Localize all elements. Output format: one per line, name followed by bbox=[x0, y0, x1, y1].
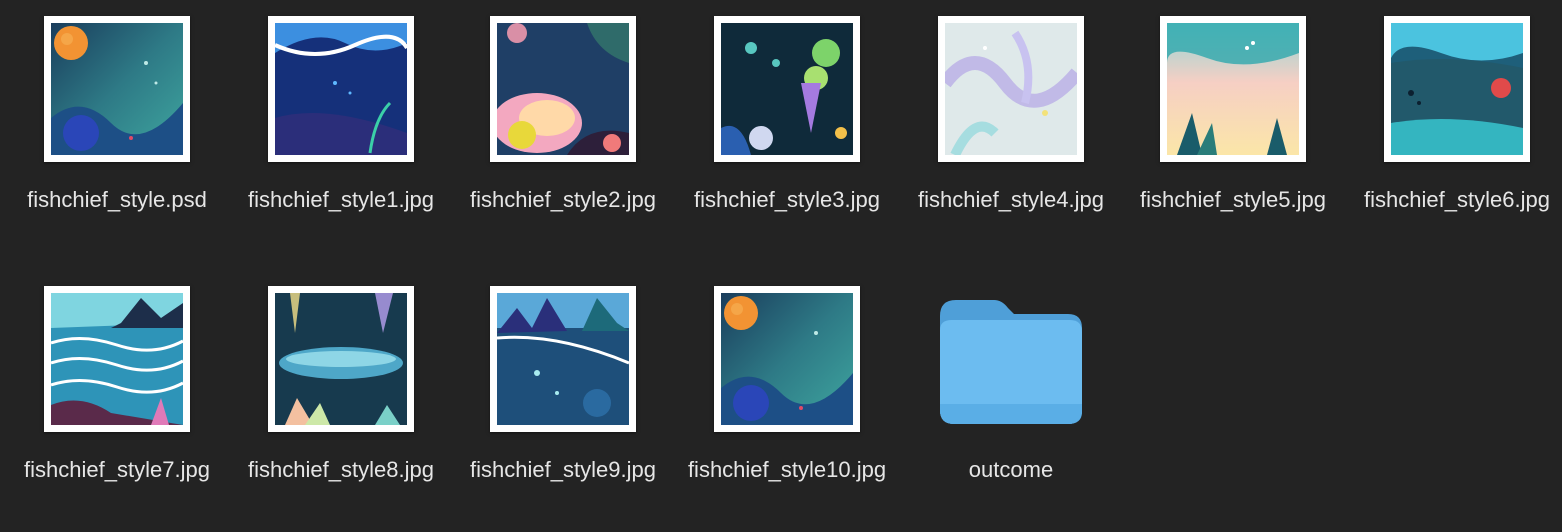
file-item-fishchief-style9-jpg[interactable]: fishchief_style9.jpg bbox=[451, 270, 675, 520]
folder-item-outcome[interactable]: outcome bbox=[899, 270, 1123, 520]
image-thumbnail bbox=[714, 16, 860, 162]
file-name-label: fishchief_style8.jpg bbox=[248, 457, 434, 482]
image-thumbnail bbox=[490, 16, 636, 162]
thumbnail-artwork bbox=[1167, 23, 1299, 155]
file-item-fishchief-style3-jpg[interactable]: fishchief_style3.jpg bbox=[675, 0, 899, 250]
thumbnail-artwork bbox=[497, 293, 629, 425]
thumbnail-artwork bbox=[275, 293, 407, 425]
thumbnail-artwork bbox=[497, 23, 629, 155]
file-name-label: fishchief_style4.jpg bbox=[918, 187, 1104, 212]
thumbnail-artwork bbox=[275, 23, 407, 155]
folder-icon bbox=[936, 286, 1086, 432]
file-name-label: fishchief_style3.jpg bbox=[694, 187, 880, 212]
image-thumbnail bbox=[44, 286, 190, 432]
image-thumbnail bbox=[714, 286, 860, 432]
thumbnail-artwork bbox=[1391, 23, 1523, 155]
thumbnail-artwork bbox=[721, 23, 853, 155]
file-name-label: fishchief_style5.jpg bbox=[1140, 187, 1326, 212]
file-name-label: fishchief_style2.jpg bbox=[470, 187, 656, 212]
file-name-label: fishchief_style9.jpg bbox=[470, 457, 656, 482]
file-item-fishchief-style1-jpg[interactable]: fishchief_style1.jpg bbox=[229, 0, 453, 250]
file-name-label: fishchief_style10.jpg bbox=[687, 457, 887, 482]
folder-name-label: outcome bbox=[968, 457, 1054, 482]
image-thumbnail bbox=[268, 286, 414, 432]
file-item-fishchief-style10-jpg[interactable]: fishchief_style10.jpg bbox=[675, 270, 899, 520]
thumbnail-artwork bbox=[51, 293, 183, 425]
thumbnail-artwork bbox=[945, 23, 1077, 155]
thumbnail-artwork bbox=[51, 23, 183, 155]
file-name-label: fishchief_style7.jpg bbox=[24, 457, 210, 482]
file-item-fishchief-style7-jpg[interactable]: fishchief_style7.jpg bbox=[5, 270, 229, 520]
finder-icon-grid: fishchief_style.psd fishchief_style1.jpg bbox=[0, 0, 1562, 532]
file-item-fishchief-style5-jpg[interactable]: fishchief_style5.jpg bbox=[1121, 0, 1345, 250]
file-name-label: fishchief_style1.jpg bbox=[248, 187, 434, 212]
file-item-fishchief-style-psd[interactable]: fishchief_style.psd bbox=[5, 0, 229, 250]
image-thumbnail bbox=[490, 286, 636, 432]
image-thumbnail bbox=[268, 16, 414, 162]
file-item-fishchief-style2-jpg[interactable]: fishchief_style2.jpg bbox=[451, 0, 675, 250]
image-thumbnail bbox=[938, 16, 1084, 162]
image-thumbnail bbox=[1160, 16, 1306, 162]
file-name-label: fishchief_style6.jpg bbox=[1364, 187, 1550, 212]
image-thumbnail bbox=[1384, 16, 1530, 162]
thumbnail-artwork bbox=[721, 293, 853, 425]
file-item-fishchief-style6-jpg[interactable]: fishchief_style6.jpg bbox=[1345, 0, 1562, 250]
file-item-fishchief-style8-jpg[interactable]: fishchief_style8.jpg bbox=[229, 270, 453, 520]
file-item-fishchief-style4-jpg[interactable]: fishchief_style4.jpg bbox=[899, 0, 1123, 250]
file-name-label: fishchief_style.psd bbox=[27, 187, 207, 212]
image-thumbnail bbox=[44, 16, 190, 162]
